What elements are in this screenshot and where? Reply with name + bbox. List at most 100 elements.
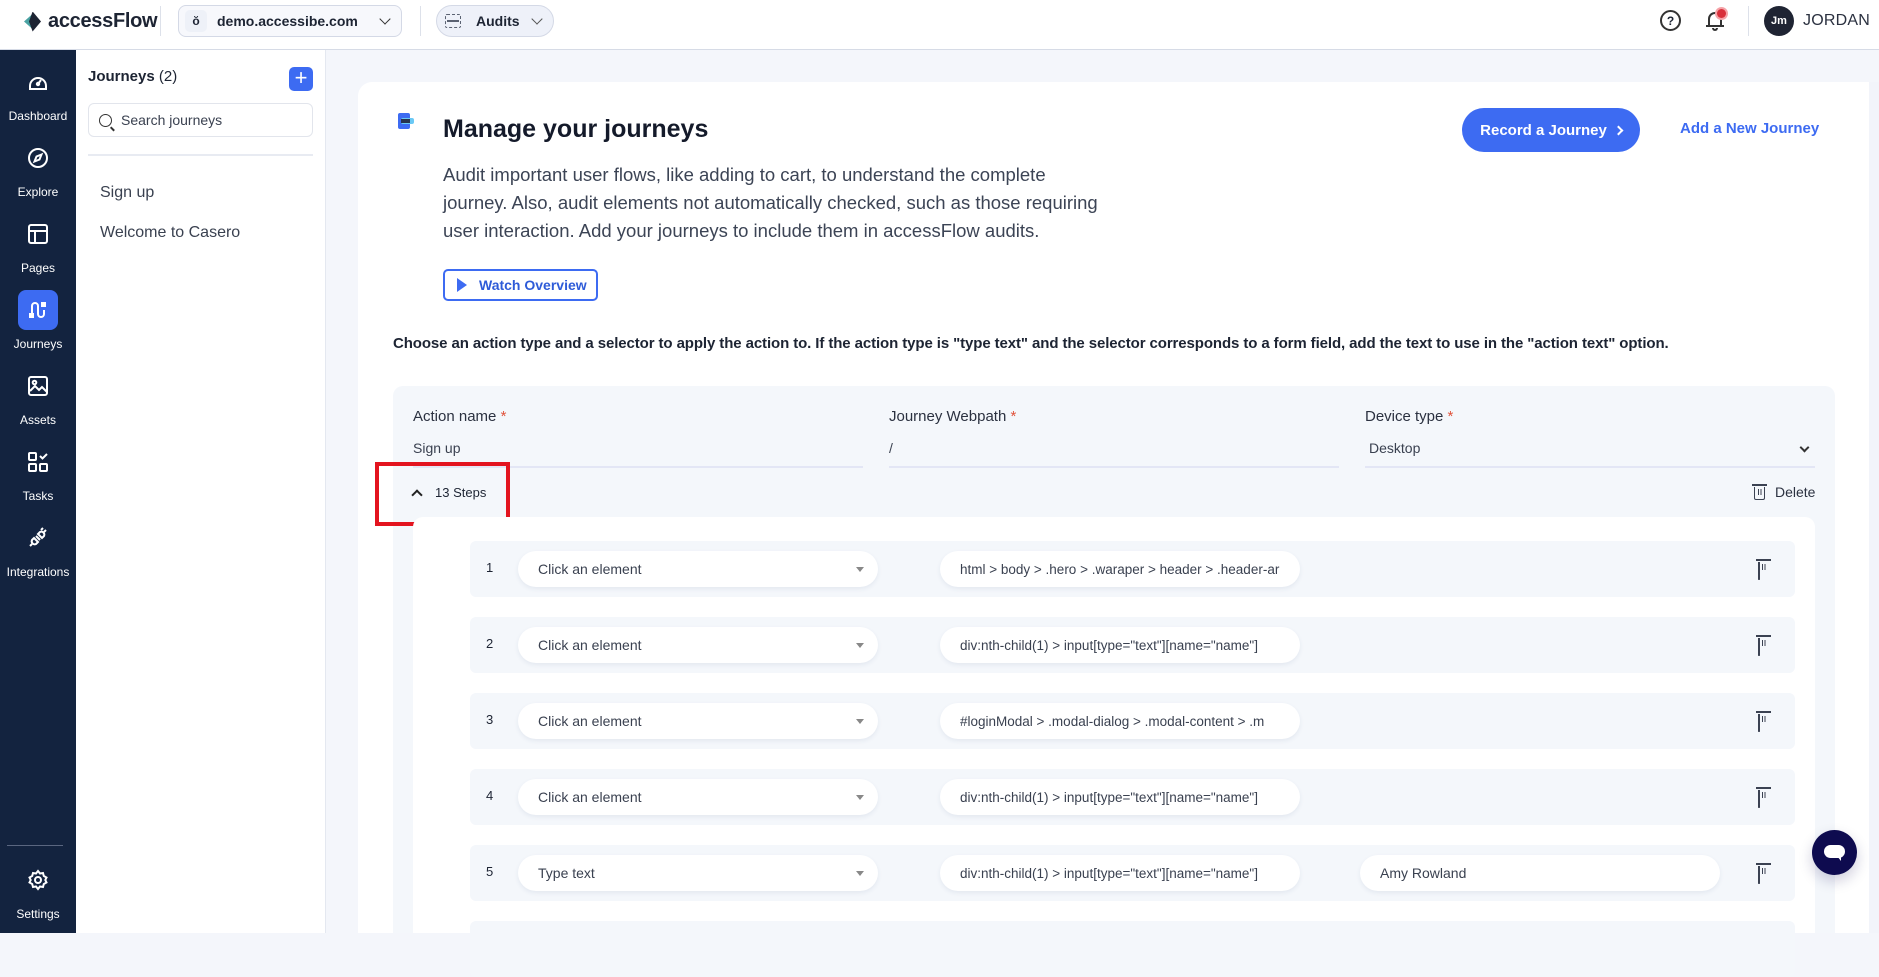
divider	[160, 6, 161, 36]
selector-input[interactable]: div:nth-child(1) > input[type="text"][na…	[940, 855, 1300, 891]
audits-label: Audits	[476, 13, 520, 29]
notifications-bell-icon[interactable]	[1705, 8, 1727, 32]
step-row: 5 Type text div:nth-child(1) > input[type=…	[470, 845, 1795, 901]
selector-value: div:nth-child(1) > input[type="text"][na…	[960, 637, 1258, 653]
selector-input[interactable]: #loginModal > .modal-dialog > .modal-con…	[940, 703, 1300, 739]
brand-name: accessFlow	[48, 10, 158, 32]
delete-step-button[interactable]	[1758, 714, 1760, 732]
action-type-select[interactable]: Type text	[518, 855, 878, 891]
instructions-text: Choose an action type and a selector to …	[393, 335, 1669, 352]
search-journeys-input[interactable]	[121, 112, 301, 128]
required-mark: *	[500, 408, 507, 425]
journey-list-item[interactable]: Sign up	[100, 184, 154, 202]
step-number: 5	[486, 864, 494, 879]
action-type-select[interactable]: Click an element	[518, 703, 878, 739]
trash-icon	[1752, 484, 1767, 500]
record-journey-label: Record a Journey	[1480, 121, 1607, 139]
journeys-count: (2)	[158, 68, 178, 85]
selector-input[interactable]: div:nth-child(1) > input[type="text"][na…	[940, 627, 1300, 663]
nav-item-settings[interactable]: Settings	[0, 860, 76, 930]
step-number: 2	[486, 636, 494, 651]
dropdown-caret-icon	[856, 643, 864, 648]
add-new-journey-link[interactable]: Add a New Journey	[1680, 120, 1819, 137]
selector-value: html > body > .hero > .waraper > header …	[960, 561, 1280, 577]
nav-item-dashboard[interactable]: Dashboard	[0, 62, 76, 132]
journeys-title-text: Journeys	[88, 68, 155, 85]
user-avatar[interactable]: Jm	[1764, 6, 1794, 36]
tasks-icon	[18, 442, 58, 482]
chevron-down-icon	[379, 13, 391, 25]
selector-input[interactable]: html > body > .hero > .waraper > header …	[940, 551, 1300, 587]
device-type-label: Device type *	[1365, 408, 1454, 425]
action-type-select[interactable]: Click an element	[518, 627, 878, 663]
step-number: 4	[486, 788, 494, 803]
watch-overview-button[interactable]: Watch Overview	[443, 269, 598, 301]
journeys-header-icon	[398, 113, 418, 131]
chat-bubble-icon	[1824, 845, 1845, 858]
nav-item-assets[interactable]: Assets	[0, 366, 76, 436]
chevron-right-icon	[1613, 125, 1624, 135]
nav-label: Integrations	[6, 565, 70, 579]
step-number: 1	[486, 560, 494, 575]
add-journey-button[interactable]: +	[289, 67, 313, 91]
webpath-input[interactable]	[889, 440, 1329, 456]
journey-list-item[interactable]: Welcome to Casero	[100, 224, 240, 242]
site-favicon-icon: ŏ	[185, 10, 207, 32]
required-mark: *	[1447, 408, 1454, 425]
trash-icon	[1758, 790, 1760, 808]
watch-overview-label: Watch Overview	[479, 277, 587, 293]
selector-value: div:nth-child(1) > input[type="text"][na…	[960, 789, 1258, 805]
nav-label: Journeys	[13, 337, 63, 351]
nav-item-journeys[interactable]: Journeys	[0, 290, 76, 360]
action-type-value: Click an element	[538, 713, 642, 729]
step-row: 4 Click an element div:nth-child(1) > inpu…	[470, 769, 1795, 825]
delete-journey-button[interactable]: Delete	[1752, 484, 1816, 500]
brand-logo[interactable]: accessFlow	[24, 10, 158, 33]
delete-step-button[interactable]	[1758, 638, 1760, 656]
delete-label: Delete	[1775, 484, 1816, 500]
device-type-select[interactable]: Desktop	[1369, 440, 1789, 456]
nav-label: Dashboard	[8, 109, 68, 123]
selector-value: #loginModal > .modal-dialog > .modal-con…	[960, 713, 1265, 729]
journeys-panel-title: Journeys (2)	[88, 68, 177, 85]
user-name[interactable]: JORDAN	[1803, 12, 1870, 30]
step-row	[470, 921, 1795, 977]
right-scroll-strip	[1869, 82, 1879, 933]
action-text-value: Amy Rowland	[1380, 865, 1467, 881]
delete-step-button[interactable]	[1758, 562, 1760, 580]
step-row: 1 Click an element html > body > .hero > .…	[470, 541, 1795, 597]
nav-item-integrations[interactable]: Integrations	[0, 518, 76, 588]
action-name-input[interactable]	[413, 440, 853, 456]
audits-selector[interactable]: Audits	[436, 5, 554, 37]
divider	[88, 154, 313, 156]
journeys-panel: Journeys (2) + Sign up Welcome to Casero	[76, 50, 326, 933]
nav-label: Assets	[19, 413, 56, 427]
delete-step-button[interactable]	[1758, 790, 1760, 808]
selector-input[interactable]: div:nth-child(1) > input[type="text"][na…	[940, 779, 1300, 815]
compass-icon	[18, 138, 58, 178]
dropdown-caret-icon	[856, 567, 864, 572]
accessflow-logo-icon	[24, 12, 42, 32]
nav-item-tasks[interactable]: Tasks	[0, 442, 76, 512]
site-selector[interactable]: ŏ demo.accessibe.com	[178, 5, 402, 37]
trash-icon	[1758, 866, 1760, 884]
webpath-label: Journey Webpath *	[889, 408, 1017, 425]
nav-item-explore[interactable]: Explore	[0, 138, 76, 208]
step-row: 3 Click an element #loginModal > .modal-di…	[470, 693, 1795, 749]
site-name: demo.accessibe.com	[217, 13, 358, 29]
search-journeys-field[interactable]	[88, 103, 313, 137]
nav-item-pages[interactable]: Pages	[0, 214, 76, 284]
help-icon[interactable]: ?	[1660, 10, 1681, 31]
record-journey-button[interactable]: Record a Journey	[1462, 108, 1640, 152]
delete-step-button[interactable]	[1758, 866, 1760, 884]
top-bar: accessFlow ŏ demo.accessibe.com Audits ?…	[0, 0, 1879, 50]
trash-icon	[1758, 562, 1760, 580]
divider	[1748, 6, 1749, 36]
nav-divider	[7, 845, 63, 846]
chat-widget-button[interactable]	[1812, 830, 1857, 875]
action-text-input[interactable]: Amy Rowland	[1360, 855, 1720, 891]
action-type-select[interactable]: Click an element	[518, 779, 878, 815]
gear-icon	[18, 860, 58, 900]
action-type-select[interactable]: Click an element	[518, 551, 878, 587]
plug-icon	[18, 518, 58, 558]
